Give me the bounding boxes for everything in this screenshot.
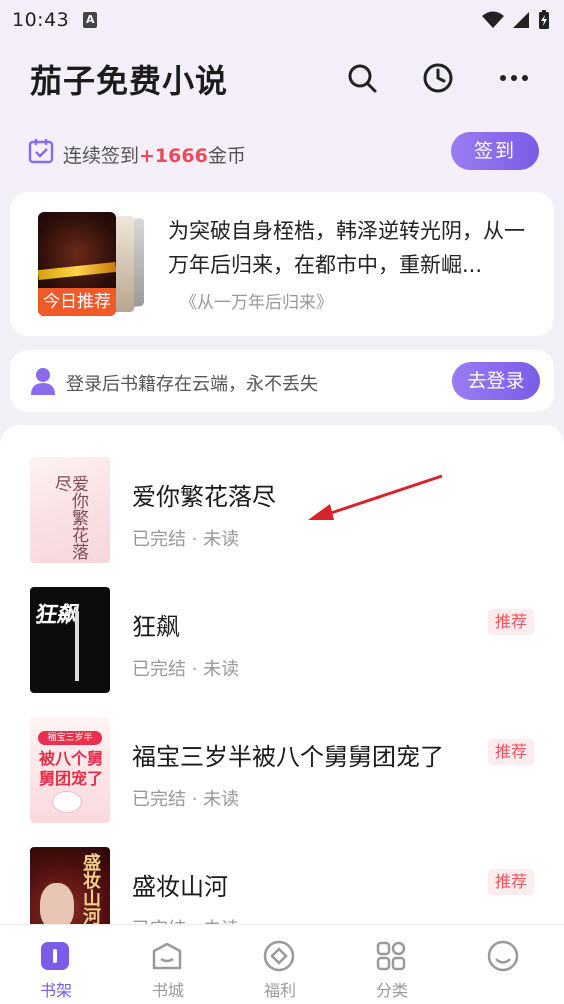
category-grid-icon: [376, 941, 406, 971]
tab-label: 书城: [151, 981, 184, 1000]
tab-profile[interactable]: [448, 925, 560, 1004]
book-status: 已完结 · 未读: [132, 789, 240, 810]
book-title: 盛妆山河: [132, 873, 228, 901]
book-cover: 盛妆山河: [30, 847, 110, 925]
more-icon[interactable]: [498, 62, 530, 94]
book-status: 已完结 · 未读: [132, 659, 240, 680]
wifi-icon: [482, 11, 504, 28]
recommendation-badge: 今日推荐: [38, 288, 116, 316]
bookstore-icon: [152, 942, 182, 970]
search-icon[interactable]: [346, 62, 378, 94]
cover-subtitle-text: 被八个舅舅团宠了: [38, 749, 103, 788]
history-clock-icon[interactable]: [422, 62, 454, 94]
tab-label: 福利: [263, 981, 296, 1000]
recommend-tag: 推荐: [488, 609, 534, 635]
profile-icon: [487, 940, 519, 972]
checkin-prefix: 连续签到: [63, 145, 140, 167]
status-time: 10:43: [12, 9, 70, 31]
bookshelf-icon: [41, 942, 69, 970]
bottom-tab-bar: 书架 书城 福利 分类: [0, 924, 564, 1004]
cover-title-text: 福宝三岁半: [38, 731, 102, 745]
book-item[interactable]: 福宝三岁半 被八个舅舅团宠了 福宝三岁半被八个舅舅团宠了 已完结 · 未读 推荐: [0, 687, 564, 823]
recommendation-book-title: 《从一万年后归来》: [180, 293, 333, 313]
app-title: 茄子免费小说: [30, 62, 229, 100]
tab-label: 分类: [375, 981, 408, 1000]
book-item[interactable]: 爱你繁花落尽 爱你繁花落尽 已完结 · 未读: [0, 427, 564, 563]
book-cover: 爱你繁花落尽: [30, 457, 110, 563]
cover-title-text: 爱你繁花落尽: [51, 475, 88, 560]
recommend-tag: 推荐: [488, 739, 534, 765]
book-title: 福宝三岁半被八个舅舅团宠了: [132, 743, 444, 771]
status-right: [482, 10, 550, 30]
checkin-suffix: 金币: [207, 145, 246, 167]
tab-bookstore[interactable]: 书城: [112, 925, 224, 1004]
recommendation-description: 为突破自身桎梏，韩泽逆转光阴，从一万年后归来，在都市中，重新崛...: [168, 219, 525, 277]
recommendation-card[interactable]: 今日推荐 为突破自身桎梏，韩泽逆转光阴，从一万年后归来，在都市中，重新崛... …: [10, 192, 554, 336]
login-banner: 登录后书籍存在云端，永不丢失 去登录: [10, 350, 554, 412]
app-header: 茄子免费小说: [0, 52, 564, 108]
calendar-check-icon: [28, 139, 54, 164]
annotation-arrow-icon: [308, 474, 443, 520]
checkin-text: 连续签到+1666金币: [63, 141, 246, 168]
book-status: 已完结 · 未读: [132, 529, 240, 550]
book-item[interactable]: 狂飙 狂飙 已完结 · 未读 推荐: [0, 557, 564, 693]
book-cover: 狂飙: [30, 587, 110, 693]
book-item[interactable]: 盛妆山河 盛妆山河 已完结 · 未读 推荐: [0, 817, 564, 925]
tab-label: 书架: [39, 981, 72, 1000]
checkin-bonus: +1666: [139, 145, 208, 167]
coin-icon: [263, 940, 295, 972]
book-cover: 福宝三岁半 被八个舅舅团宠了: [30, 717, 110, 823]
battery-icon: [539, 10, 549, 29]
user-icon: [31, 368, 55, 395]
recommend-tag: 推荐: [488, 869, 534, 895]
checkin-row: 连续签到+1666金币 签到: [0, 130, 564, 174]
notification-a-icon: A: [83, 12, 98, 28]
login-button[interactable]: 去登录: [452, 362, 540, 400]
tab-welfare[interactable]: 福利: [224, 925, 336, 1004]
login-banner-text: 登录后书籍存在云端，永不丢失: [66, 374, 318, 395]
bookshelf-list: 爱你繁花落尽 爱你繁花落尽 已完结 · 未读 狂飙 狂飙 已完结 · 未读 推荐…: [0, 425, 564, 925]
book-title: 狂飙: [132, 613, 180, 641]
tab-category[interactable]: 分类: [336, 925, 448, 1004]
cover-title-text: 盛妆山河: [80, 853, 101, 925]
checkin-button[interactable]: 签到: [451, 132, 539, 170]
book-title: 爱你繁花落尽: [132, 483, 276, 511]
signal-icon: [513, 12, 529, 28]
status-bar: 10:43 A: [0, 0, 564, 40]
tab-bookshelf[interactable]: 书架: [0, 925, 112, 1004]
